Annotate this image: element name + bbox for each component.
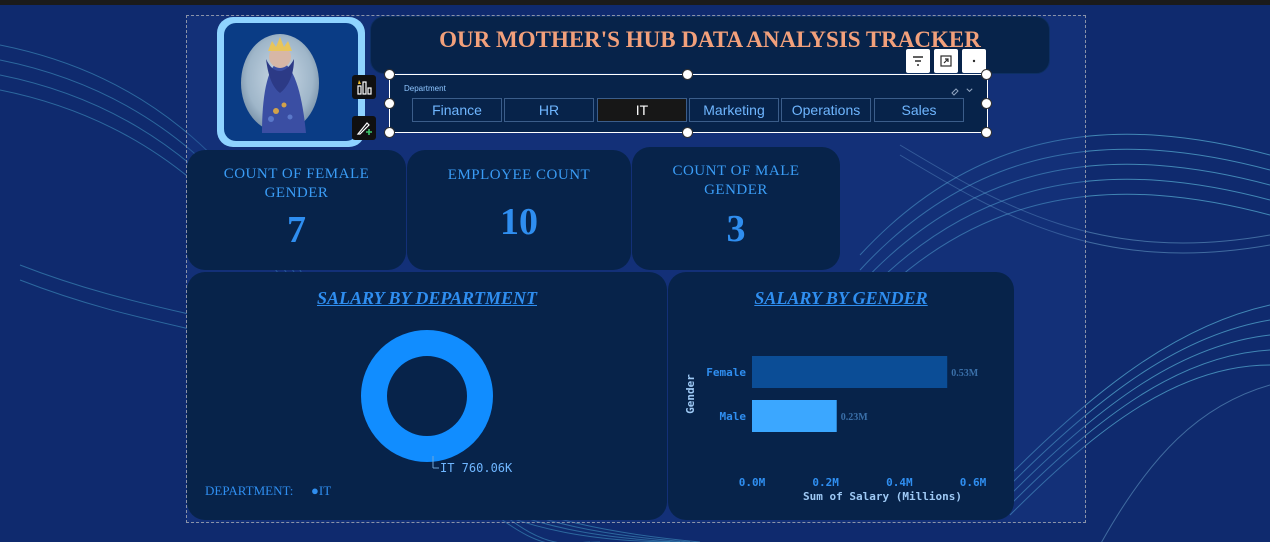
bar-chart: Female 0.53M Male 0.23M 0.0M 0.2M 0.4M 0.6MSum …: [684, 356, 987, 503]
focus-mode-button[interactable]: [934, 49, 958, 73]
bar-male[interactable]: [752, 400, 837, 432]
legend-item-it[interactable]: ●IT: [311, 483, 331, 499]
resize-handle-top-right[interactable]: [981, 69, 992, 80]
focus-mode-icon: [940, 55, 952, 67]
slicer-option-marketing[interactable]: Marketing: [689, 98, 779, 122]
x-axis-label: Sum of Salary (Millions): [803, 490, 962, 503]
kpi-female-label-line1: COUNT OF FEMALE: [223, 166, 370, 182]
bar-data-label-male: 0.23M: [841, 412, 869, 423]
kpi-card-female[interactable]: COUNT OF FEMALE GENDER 7: [187, 150, 406, 270]
madonna-portrait-icon: [241, 34, 319, 133]
kpi-employees-label: EMPLOYEE COUNT: [447, 167, 591, 183]
resize-handle-top[interactable]: [682, 69, 693, 80]
format-visual-icon: [356, 122, 372, 135]
resize-handle-bottom-left[interactable]: [384, 127, 395, 138]
y-axis-label: Gender: [684, 374, 697, 414]
donut-data-label: IT 760.06K: [440, 461, 513, 475]
resize-handle-left[interactable]: [384, 98, 395, 109]
department-slicer[interactable]: Department Finance HR IT Marketing Opera…: [389, 74, 988, 133]
x-tick-label: 0.0M: [739, 476, 766, 489]
kpi-employees-value: 10: [500, 201, 538, 243]
kpi-card-male[interactable]: COUNT OF MALE GENDER 3: [632, 147, 840, 270]
x-tick-label: 0.6M: [960, 476, 987, 489]
slicer-option-operations[interactable]: Operations: [781, 98, 871, 122]
y-tick-label-female: Female: [706, 366, 746, 379]
chevron-down-icon[interactable]: [965, 86, 974, 95]
kpi-female-value: 7: [287, 209, 306, 251]
slicer-title: Department: [404, 84, 446, 93]
format-visual-button[interactable]: [352, 116, 376, 140]
filter-icon: [913, 56, 923, 66]
donut-slice-it[interactable]: [361, 330, 493, 462]
legend-title: DEPARTMENT:: [205, 483, 294, 498]
resize-handle-top-left[interactable]: [384, 69, 395, 80]
x-tick-label: 0.2M: [812, 476, 839, 489]
x-tick-label: 0.4M: [886, 476, 913, 489]
slicer-option-finance[interactable]: Finance: [412, 98, 502, 122]
resize-handle-right[interactable]: [981, 98, 992, 109]
visual-build-icon: [357, 80, 372, 95]
legend-item-label: IT: [318, 483, 332, 498]
visual-build-button[interactable]: [352, 75, 376, 99]
kpi-card-employees[interactable]: EMPLOYEE COUNT 10: [407, 150, 631, 270]
bar-data-label-female: 0.53M: [951, 368, 979, 379]
kpi-male-value: 3: [726, 208, 746, 250]
kpi-male-label-line2: GENDER: [704, 182, 768, 198]
filter-button[interactable]: [906, 49, 930, 73]
eraser-icon[interactable]: [950, 86, 960, 96]
kpi-male-label-line1: COUNT OF MALE: [672, 163, 800, 179]
slicer-option-sales[interactable]: Sales: [874, 98, 964, 122]
slicer-option-hr[interactable]: HR: [504, 98, 594, 122]
resize-handle-bottom[interactable]: [682, 127, 693, 138]
more-options-icon: [972, 59, 976, 63]
logo-image: [224, 23, 358, 141]
salary-by-gender-card[interactable]: SALARY BY GENDER Female 0.53M Male 0.23M 0.0…: [668, 272, 1014, 520]
slicer-option-it[interactable]: IT: [597, 98, 687, 122]
resize-handle-bottom-right[interactable]: [981, 127, 992, 138]
bar-female[interactable]: [752, 356, 948, 388]
y-tick-label-male: Male: [720, 410, 747, 423]
salary-by-department-card[interactable]: SALARY BY DEPARTMENT IT 760.06K DEPARTME…: [187, 272, 667, 520]
kpi-female-label-line2: GENDER: [264, 185, 329, 201]
